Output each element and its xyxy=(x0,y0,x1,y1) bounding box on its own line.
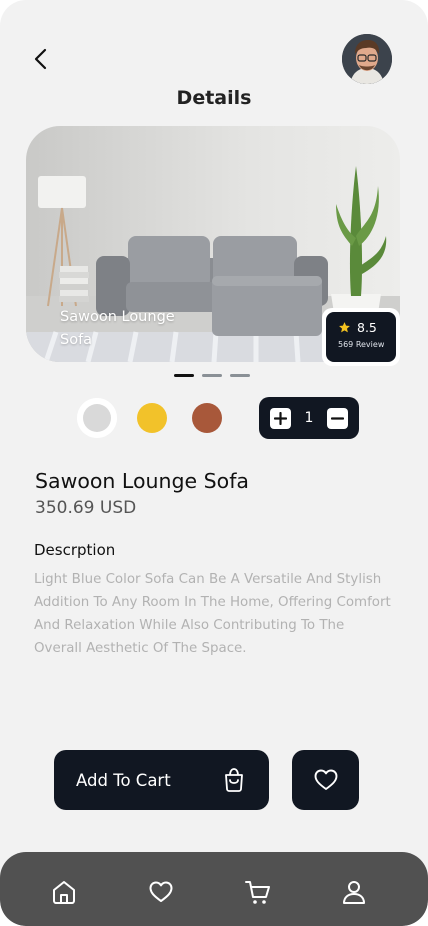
rating-value: 8.5 xyxy=(357,320,377,335)
bottom-navigation xyxy=(0,852,428,926)
heart-icon xyxy=(149,881,173,902)
plus-icon xyxy=(274,411,287,425)
page-title: Details xyxy=(176,87,252,109)
back-button[interactable] xyxy=(28,46,54,72)
decrement-button[interactable] xyxy=(326,407,348,429)
increment-button[interactable] xyxy=(270,407,291,429)
user-avatar-image xyxy=(342,34,392,84)
avatar[interactable] xyxy=(342,34,392,84)
carousel-indicator xyxy=(174,374,250,377)
color-option-grey[interactable] xyxy=(77,398,117,438)
home-icon xyxy=(53,881,75,904)
rating-badge: 8.5 569 Review xyxy=(326,312,396,362)
rating-card: 8.5 569 Review xyxy=(322,308,400,366)
product-details-screen: Details Sawoon Lounge Sofa 8.5 569 Revie… xyxy=(0,0,428,926)
shopping-bag-icon xyxy=(225,768,243,792)
favorite-button[interactable] xyxy=(292,750,359,810)
heart-icon xyxy=(314,769,337,790)
color-option-yellow[interactable] xyxy=(137,403,167,433)
add-to-cart-button[interactable]: Add To Cart xyxy=(54,750,269,810)
nav-profile[interactable] xyxy=(340,878,368,906)
nav-favorites[interactable] xyxy=(147,878,175,906)
add-to-cart-label: Add To Cart xyxy=(76,770,171,790)
carousel-dot-2[interactable] xyxy=(202,374,222,377)
hero-product-name: Sawoon Lounge Sofa xyxy=(60,309,175,348)
description-text: Light Blue Color Sofa Can Be A Versatile… xyxy=(34,572,391,656)
carousel-dot-1[interactable] xyxy=(174,374,194,377)
star-icon xyxy=(339,322,350,333)
description-title: Descrption xyxy=(34,541,116,559)
cart-icon xyxy=(245,881,270,904)
product-name: Sawoon Lounge Sofa xyxy=(35,469,249,493)
nav-cart[interactable] xyxy=(244,878,272,906)
quantity-value: 1 xyxy=(304,410,314,426)
product-price: 350.69 USD xyxy=(35,498,137,518)
review-count: 569 Review xyxy=(338,340,385,349)
carousel-dot-3[interactable] xyxy=(230,374,250,377)
nav-home[interactable] xyxy=(50,878,78,906)
quantity-stepper: 1 xyxy=(259,397,359,439)
color-option-brown[interactable] xyxy=(192,403,222,433)
chevron-left-icon xyxy=(34,48,47,70)
minus-icon xyxy=(330,416,344,420)
profile-icon xyxy=(343,881,365,904)
color-swatch-grey-fill xyxy=(83,404,111,432)
